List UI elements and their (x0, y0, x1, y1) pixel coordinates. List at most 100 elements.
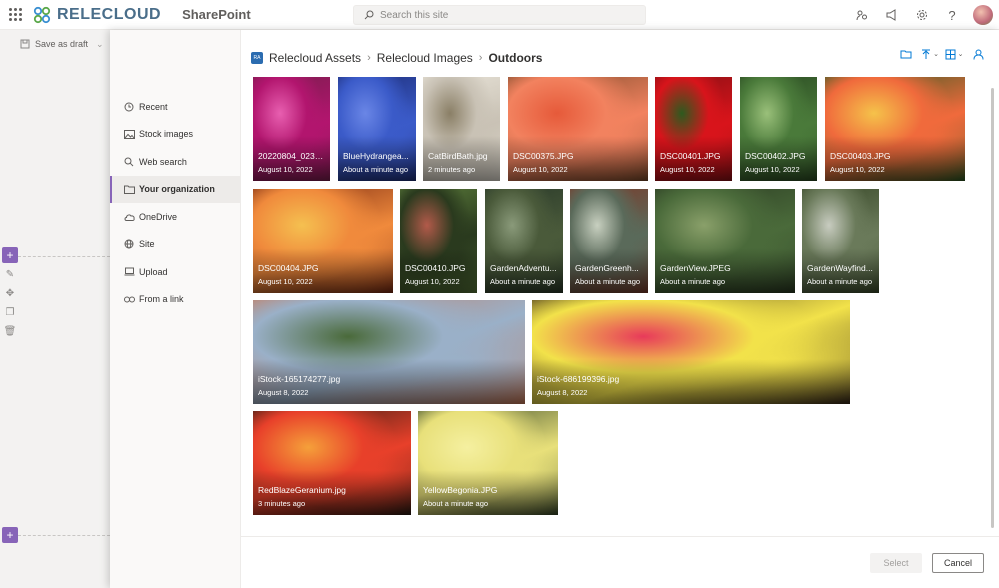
globe-icon (123, 239, 135, 249)
file-modified: About a minute ago (660, 277, 726, 286)
scroll-thumb[interactable] (991, 88, 994, 528)
file-tile[interactable]: GardenAdventu... About a minute ago (485, 189, 563, 293)
relecloud-logo-icon (33, 6, 51, 24)
file-tile[interactable]: GardenGreenh... About a minute ago (570, 189, 648, 293)
file-modified: August 10, 2022 (745, 165, 800, 174)
add-section-bottom-icon[interactable]: + (2, 527, 18, 543)
nav-item-site[interactable]: Site (110, 231, 241, 259)
file-tile[interactable]: RedBlazeGeranium.jpg 3 minutes ago (253, 411, 411, 515)
scrollbar[interactable] (990, 88, 995, 528)
file-tile[interactable]: DSC00402.JPG August 10, 2022 (740, 77, 817, 181)
search-box[interactable]: Search this site (353, 5, 646, 25)
file-tile[interactable]: DSC00375.JPG August 10, 2022 (508, 77, 648, 181)
nav-item-recent[interactable]: Recent (110, 93, 241, 121)
nav-item-label: Stock images (139, 129, 194, 140)
file-tile[interactable]: GardenWayfind... About a minute ago (802, 189, 879, 293)
picker-nav: Recent Stock images Web search Your organiz… (110, 30, 241, 588)
file-grid: 20220804_0232... August 10, 2022 BlueHydra… (241, 30, 999, 536)
duplicate-section-icon[interactable]: ❐ (2, 304, 18, 320)
nav-item-label: OneDrive (139, 211, 178, 222)
file-name: YellowBegonia.JPG (423, 485, 498, 495)
settings-icon[interactable] (907, 0, 937, 30)
section-divider (18, 256, 110, 257)
file-tile[interactable]: DSC00410.JPG August 10, 2022 (400, 189, 477, 293)
file-modified: August 10, 2022 (830, 165, 885, 174)
search-icon (123, 157, 135, 167)
picker-nav-list: Recent Stock images Web search Your organiz… (110, 93, 241, 313)
cloud-icon (123, 213, 135, 221)
nav-item-onedrive[interactable]: OneDrive (110, 203, 241, 231)
megaphone-icon[interactable] (877, 0, 907, 30)
nav-item-web-search[interactable]: Web search (110, 148, 241, 176)
page-command-bar: Save as draft ⌄ (0, 30, 110, 58)
file-tile[interactable]: CatBirdBath.jpg 2 minutes ago (423, 77, 500, 181)
file-name: RedBlazeGeranium.jpg (258, 485, 346, 495)
app-launcher-icon[interactable] (0, 0, 30, 30)
file-modified: August 10, 2022 (513, 165, 568, 174)
file-modified: About a minute ago (490, 277, 556, 286)
save-draft-label: Save as draft (35, 39, 89, 49)
file-modified: About a minute ago (343, 165, 409, 174)
product-name[interactable]: SharePoint (182, 7, 251, 22)
cancel-button[interactable]: Cancel (932, 553, 984, 573)
file-name: DSC00410.JPG (405, 263, 466, 273)
file-modified: About a minute ago (423, 499, 489, 508)
file-name: DSC00402.JPG (745, 151, 806, 161)
file-tile[interactable]: YellowBegonia.JPG About a minute ago (418, 411, 558, 515)
file-modified: 3 minutes ago (258, 499, 306, 508)
move-section-icon[interactable]: ✥ (2, 285, 18, 301)
file-name: GardenGreenh... (575, 263, 639, 273)
nav-item-label: Web search (139, 156, 187, 167)
save-icon (20, 39, 30, 49)
nav-item-your-organization[interactable]: Your organization (110, 175, 241, 203)
file-modified: August 10, 2022 (258, 165, 313, 174)
file-modified: August 8, 2022 (537, 388, 588, 397)
nav-item-upload[interactable]: Upload (110, 258, 241, 286)
file-name: GardenView.JPEG (660, 263, 731, 273)
file-tile[interactable]: 20220804_0232... August 10, 2022 (253, 77, 330, 181)
file-tile[interactable]: DSC00404.JPG August 10, 2022 (253, 189, 393, 293)
nav-item-stock-images[interactable]: Stock images (110, 121, 241, 149)
file-name: DSC00403.JPG (830, 151, 891, 161)
add-section-icon[interactable]: + (2, 247, 18, 263)
file-modified: 2 minutes ago (428, 165, 476, 174)
file-picker-panel: Recent Stock images Web search Your organiz… (110, 30, 999, 588)
laptop-icon (123, 267, 135, 276)
share-icon[interactable] (847, 0, 877, 30)
file-name: GardenWayfind... (807, 263, 873, 273)
file-name: DSC00375.JPG (513, 151, 574, 161)
folder-icon (123, 185, 135, 194)
select-button[interactable]: Select (870, 553, 922, 573)
help-icon[interactable]: ? (937, 0, 967, 30)
file-tile[interactable]: GardenView.JPEG About a minute ago (655, 189, 795, 293)
nav-item-label: Upload (139, 266, 168, 277)
file-tile[interactable]: DSC00403.JPG August 10, 2022 (825, 77, 965, 181)
file-name: GardenAdventu... (490, 263, 557, 273)
edit-section-icon[interactable]: ✎ (2, 266, 18, 282)
file-modified: August 8, 2022 (258, 388, 309, 397)
nav-item-label: From a link (139, 294, 184, 305)
delete-section-icon[interactable]: 🗑 (2, 323, 18, 339)
file-tile[interactable]: iStock-165174277.jpg August 8, 2022 (253, 300, 525, 404)
section-divider-bottom (18, 535, 110, 536)
file-name: DSC00404.JPG (258, 263, 319, 273)
file-tile[interactable]: iStock-686199396.jpg August 8, 2022 (532, 300, 850, 404)
save-draft-button[interactable]: Save as draft ⌄ (20, 39, 104, 50)
chevron-down-icon[interactable]: ⌄ (96, 39, 104, 50)
clock-icon (123, 102, 135, 112)
file-tile[interactable]: BlueHydrangea... About a minute ago (338, 77, 416, 181)
image-icon (123, 129, 135, 139)
nav-item-from-a-link[interactable]: From a link (110, 286, 241, 314)
file-modified: August 10, 2022 (405, 277, 460, 286)
picker-footer: Select Cancel (241, 536, 999, 588)
picker-content: RA Relecloud Assets › Relecloud Images ›… (241, 30, 999, 536)
file-name: CatBirdBath.jpg (428, 151, 488, 161)
file-modified: About a minute ago (575, 277, 641, 286)
nav-item-label: Recent (139, 101, 168, 112)
brand-logo[interactable]: RELECLOUD (33, 6, 161, 24)
file-name: iStock-165174277.jpg (258, 374, 341, 384)
file-name: DSC00401.JPG (660, 151, 721, 161)
file-tile[interactable]: DSC00401.JPG August 10, 2022 (655, 77, 732, 181)
avatar[interactable] (973, 5, 993, 25)
section-toolbar: + ✎ ✥ ❐ 🗑 (0, 247, 20, 342)
